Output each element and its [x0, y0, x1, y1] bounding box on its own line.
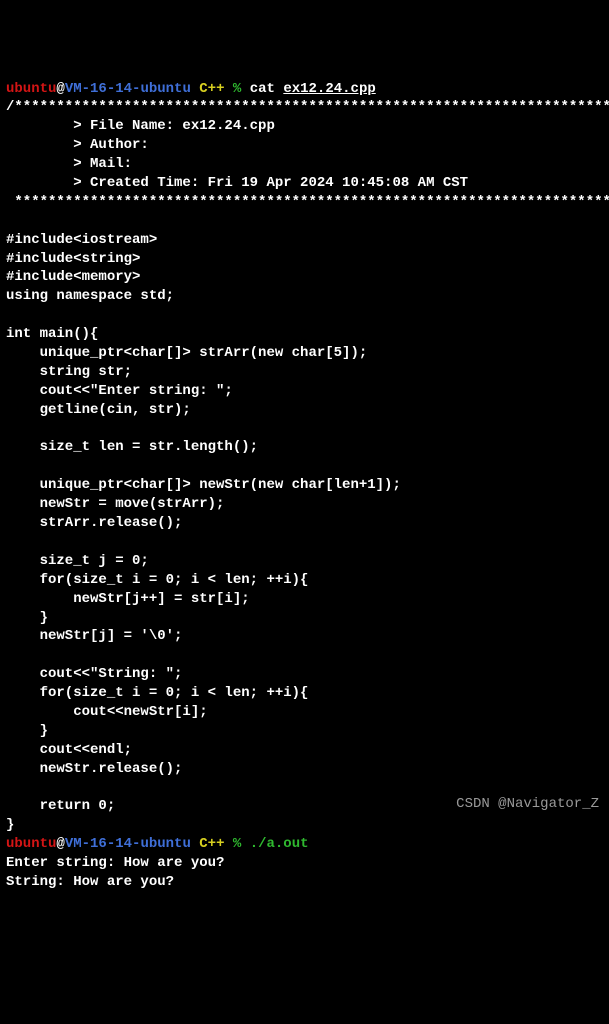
cwd: C++ [199, 81, 224, 97]
code-line: strArr.release(); [6, 515, 182, 531]
comment-author: > Author: [6, 137, 149, 153]
code-line: size_t j = 0; [6, 553, 149, 569]
watermark: CSDN @Navigator_Z [456, 795, 599, 814]
comment-top: /***************************************… [6, 99, 609, 115]
code-line: for(size_t i = 0; i < len; ++i){ [6, 685, 308, 701]
code-line: for(size_t i = 0; i < len; ++i){ [6, 572, 308, 588]
host: VM-16-14-ubuntu [65, 836, 191, 852]
filename: ex12.24.cpp [283, 81, 375, 97]
code-line: unique_ptr<char[]> strArr(new char[5]); [6, 345, 367, 361]
command-run: ./a.out [250, 836, 309, 852]
code-line: getline(cin, str); [6, 402, 191, 418]
using-namespace: using namespace std; [6, 288, 174, 304]
user: ubuntu [6, 836, 56, 852]
include-string: #include<string> [6, 251, 140, 267]
code-line: unique_ptr<char[]> newStr(new char[len+1… [6, 477, 401, 493]
code-line: string str; [6, 364, 132, 380]
prompt-line-1: ubuntu@VM-16-14-ubuntu C++ % cat ex12.24… [6, 81, 376, 97]
code-line: newStr = move(strArr); [6, 496, 224, 512]
code-line: newStr[j++] = str[i]; [6, 591, 250, 607]
at-sign: @ [56, 836, 64, 852]
prompt-symbol: % [233, 836, 241, 852]
host: VM-16-14-ubuntu [65, 81, 191, 97]
main-close: } [6, 817, 14, 833]
code-line: } [6, 723, 48, 739]
code-line: size_t len = str.length(); [6, 439, 258, 455]
code-line: cout<<"Enter string: "; [6, 383, 233, 399]
comment-created: > Created Time: Fri 19 Apr 2024 10:45:08… [6, 175, 468, 191]
code-line: cout<<endl; [6, 742, 132, 758]
prompt-symbol: % [233, 81, 241, 97]
output-string: String: How are you? [6, 874, 174, 890]
code-line: return 0; [6, 798, 115, 814]
comment-filename: > File Name: ex12.24.cpp [6, 118, 275, 134]
code-line: cout<<newStr[i]; [6, 704, 208, 720]
terminal[interactable]: ubuntu@VM-16-14-ubuntu C++ % cat ex12.24… [6, 80, 603, 892]
user: ubuntu [6, 81, 56, 97]
code-line: newStr.release(); [6, 761, 182, 777]
comment-bot: ****************************************… [6, 194, 609, 210]
comment-mail: > Mail: [6, 156, 132, 172]
code-line: newStr[j] = '\0'; [6, 628, 182, 644]
command-cat: cat [250, 81, 275, 97]
main-decl: int main(){ [6, 326, 98, 342]
prompt-line-2: ubuntu@VM-16-14-ubuntu C++ % ./a.out [6, 836, 309, 852]
at-sign: @ [56, 81, 64, 97]
code-line: cout<<"String: "; [6, 666, 182, 682]
output-enter: Enter string: How are you? [6, 855, 224, 871]
include-iostream: #include<iostream> [6, 232, 157, 248]
cwd: C++ [199, 836, 224, 852]
include-memory: #include<memory> [6, 269, 140, 285]
code-line: } [6, 610, 48, 626]
